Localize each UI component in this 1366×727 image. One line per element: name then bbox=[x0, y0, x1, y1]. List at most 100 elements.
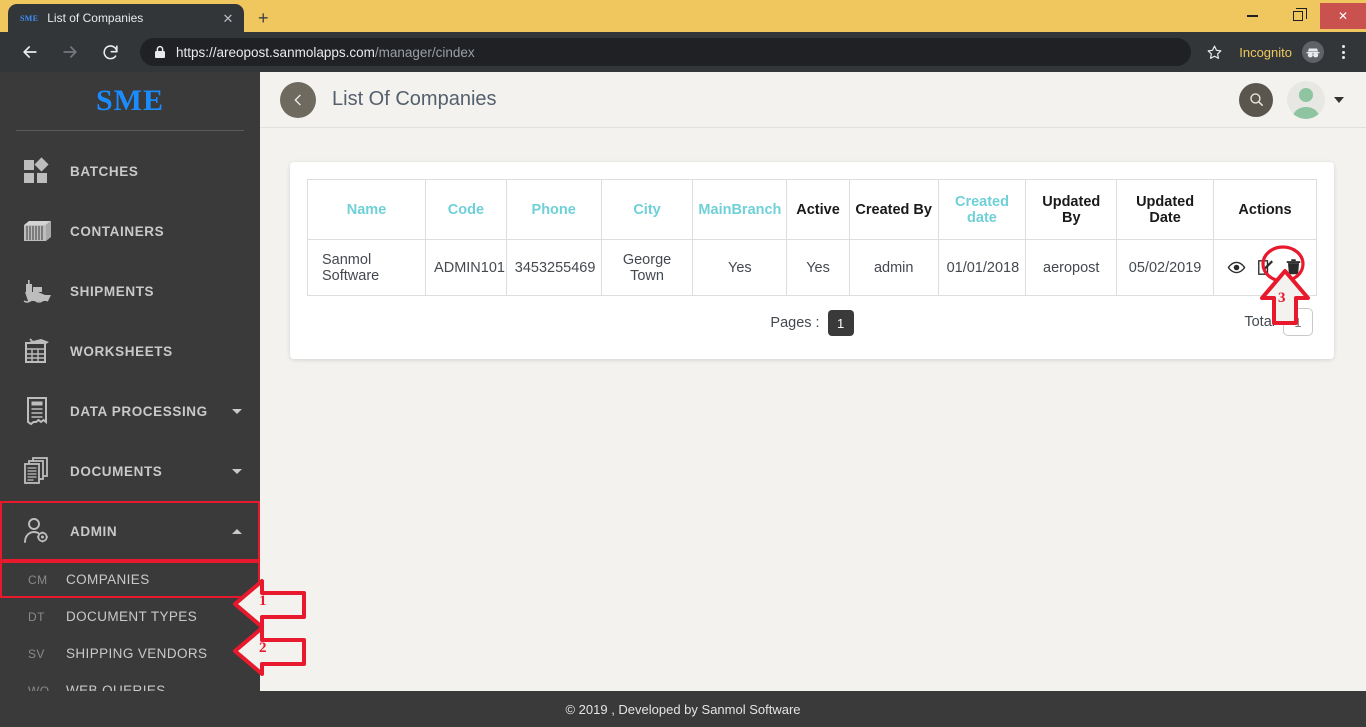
cell-created-date: 01/01/2018 bbox=[937, 239, 1027, 296]
tab-strip: SME List of Companies ✕ + bbox=[0, 0, 269, 32]
app-viewport: SME BATCHES CONTAINERS SHIPMENTS WORKSHE bbox=[0, 72, 1366, 727]
sidebar-subitem-companies[interactable]: CM COMPANIES bbox=[0, 561, 260, 598]
subitem-label: COMPANIES bbox=[66, 572, 150, 587]
incognito-label: Incognito bbox=[1239, 44, 1292, 60]
cell-updated-date: 05/02/2019 bbox=[1116, 239, 1215, 296]
companies-table: Name Code Phone City MainBranch Active C… bbox=[306, 179, 1317, 296]
data-processing-icon bbox=[20, 394, 56, 428]
search-button[interactable] bbox=[1239, 82, 1273, 117]
column-header-actions: Actions bbox=[1213, 179, 1317, 240]
window-close-button[interactable]: ✕ bbox=[1320, 3, 1366, 29]
page-footer: © 2019 , Developed by Sanmol Software bbox=[0, 691, 1366, 727]
footer-text: © 2019 , Developed by Sanmol Software bbox=[565, 701, 801, 717]
container-icon bbox=[20, 214, 56, 248]
annotation-number-2: 2 bbox=[259, 640, 267, 656]
sidebar-divider bbox=[16, 130, 244, 131]
chevron-down-icon[interactable] bbox=[232, 468, 242, 474]
sidebar-item-admin[interactable]: ADMIN bbox=[0, 501, 260, 561]
sidebar-item-batches[interactable]: BATCHES bbox=[0, 141, 260, 201]
column-header-created-by: Created By bbox=[848, 179, 939, 240]
row-edit-icon[interactable] bbox=[1254, 257, 1276, 279]
sidebar-item-containers[interactable]: CONTAINERS bbox=[0, 201, 260, 261]
delete-trash-icon[interactable] bbox=[1282, 257, 1304, 279]
tab-close-icon[interactable]: ✕ bbox=[220, 12, 236, 25]
address-bar[interactable]: https://areopost.sanmolapps.com/manager/… bbox=[140, 38, 1192, 66]
table-row: Sanmol Software ADMIN101 3453255469 Geor… bbox=[306, 239, 1317, 296]
sidebar-subitem-shipping-vendors[interactable]: SV SHIPPING VENDORS bbox=[0, 635, 260, 672]
column-header-city[interactable]: City bbox=[600, 179, 694, 240]
window-maximize-button[interactable] bbox=[1275, 1, 1320, 31]
annotation-number-3: 3 bbox=[1278, 290, 1286, 306]
bookmark-star-icon[interactable] bbox=[1199, 37, 1229, 67]
subitem-label: SHIPPING VENDORS bbox=[66, 646, 208, 661]
documents-icon bbox=[20, 454, 56, 488]
cell-updated-by: aeropost bbox=[1025, 239, 1118, 296]
subitem-label: DOCUMENT TYPES bbox=[66, 609, 198, 624]
avatar-dropdown-caret-icon[interactable] bbox=[1334, 96, 1344, 103]
chevron-up-icon[interactable] bbox=[232, 528, 242, 534]
lock-icon bbox=[154, 45, 166, 59]
reload-icon[interactable] bbox=[94, 36, 126, 68]
cell-city: George Town bbox=[600, 239, 694, 296]
sidebar: SME BATCHES CONTAINERS SHIPMENTS WORKSHE bbox=[0, 72, 260, 727]
browser-titlebar: SME List of Companies ✕ + ✕ bbox=[0, 0, 1366, 32]
url-text: https://areopost.sanmolapps.com/manager/… bbox=[176, 45, 475, 60]
cell-mainbranch: Yes bbox=[692, 239, 788, 296]
sidebar-item-label: ADMIN bbox=[70, 523, 118, 539]
header-actions bbox=[1239, 80, 1344, 119]
sidebar-item-worksheets[interactable]: WORKSHEETS bbox=[0, 321, 260, 381]
browser-tab[interactable]: SME List of Companies ✕ bbox=[8, 4, 244, 32]
sidebar-item-label: WORKSHEETS bbox=[70, 343, 173, 359]
column-header-mainbranch[interactable]: MainBranch bbox=[692, 179, 788, 240]
cell-actions bbox=[1213, 239, 1317, 296]
sidebar-item-documents[interactable]: DOCUMENTS bbox=[0, 441, 260, 501]
window-minimize-button[interactable] bbox=[1230, 1, 1275, 31]
back-arrow-icon[interactable] bbox=[14, 36, 46, 68]
total-value: 1 bbox=[1283, 308, 1313, 336]
search-icon bbox=[1249, 93, 1263, 106]
sidebar-item-label: DOCUMENTS bbox=[70, 463, 163, 479]
cell-phone: 3453255469 bbox=[505, 239, 602, 296]
companies-card: Name Code Phone City MainBranch Active C… bbox=[290, 162, 1334, 359]
column-header-created-date[interactable]: Created date bbox=[937, 179, 1027, 240]
browser-toolbar: https://areopost.sanmolapps.com/manager/… bbox=[0, 32, 1366, 72]
column-header-name[interactable]: Name bbox=[306, 179, 427, 240]
table-header-row: Name Code Phone City MainBranch Active C… bbox=[306, 179, 1317, 240]
cell-created-by: admin bbox=[848, 239, 939, 296]
batches-icon bbox=[20, 154, 56, 188]
user-avatar-icon bbox=[1292, 87, 1320, 119]
back-button[interactable] bbox=[280, 81, 316, 118]
view-eye-icon[interactable] bbox=[1226, 257, 1248, 279]
total-label: Total bbox=[1244, 314, 1275, 330]
url-path: /manager/cindex bbox=[374, 44, 475, 60]
pagination: Pages : 1 bbox=[770, 310, 854, 336]
pages-label: Pages : bbox=[770, 315, 820, 331]
cell-code: ADMIN101 bbox=[425, 239, 507, 296]
admin-user-gear-icon bbox=[20, 514, 56, 548]
sidebar-item-shipments[interactable]: SHIPMENTS bbox=[0, 261, 260, 321]
three-dot-menu-icon[interactable] bbox=[1330, 37, 1356, 67]
column-header-active: Active bbox=[786, 179, 850, 240]
column-header-updated-date: Updated Date bbox=[1116, 179, 1215, 240]
ship-icon bbox=[20, 274, 56, 308]
page-header: List Of Companies bbox=[260, 72, 1366, 128]
sidebar-item-label: SHIPMENTS bbox=[70, 283, 155, 299]
column-header-code[interactable]: Code bbox=[425, 179, 507, 240]
forward-arrow-icon[interactable] bbox=[54, 36, 86, 68]
url-host: https://areopost.sanmolapps.com bbox=[176, 44, 375, 60]
sidebar-item-label: DATA PROCESSING bbox=[70, 403, 208, 419]
chevron-down-icon[interactable] bbox=[232, 408, 242, 414]
column-header-updated-by: Updated By bbox=[1025, 179, 1118, 240]
table-footer: Pages : 1 Total 1 bbox=[307, 296, 1317, 342]
avatar[interactable] bbox=[1287, 80, 1325, 119]
column-header-phone[interactable]: Phone bbox=[505, 179, 602, 240]
subitem-abbr: DT bbox=[28, 609, 45, 624]
sidebar-item-data-processing[interactable]: DATA PROCESSING bbox=[0, 381, 260, 441]
incognito-icon[interactable] bbox=[1300, 39, 1326, 65]
tab-title: List of Companies bbox=[47, 11, 144, 25]
new-tab-button[interactable]: + bbox=[258, 9, 269, 27]
page-number-button[interactable]: 1 bbox=[827, 310, 854, 336]
total-records: Total 1 bbox=[1244, 308, 1313, 336]
sidebar-subitem-document-types[interactable]: DT DOCUMENT TYPES bbox=[0, 598, 260, 635]
cell-active: Yes bbox=[786, 239, 850, 296]
